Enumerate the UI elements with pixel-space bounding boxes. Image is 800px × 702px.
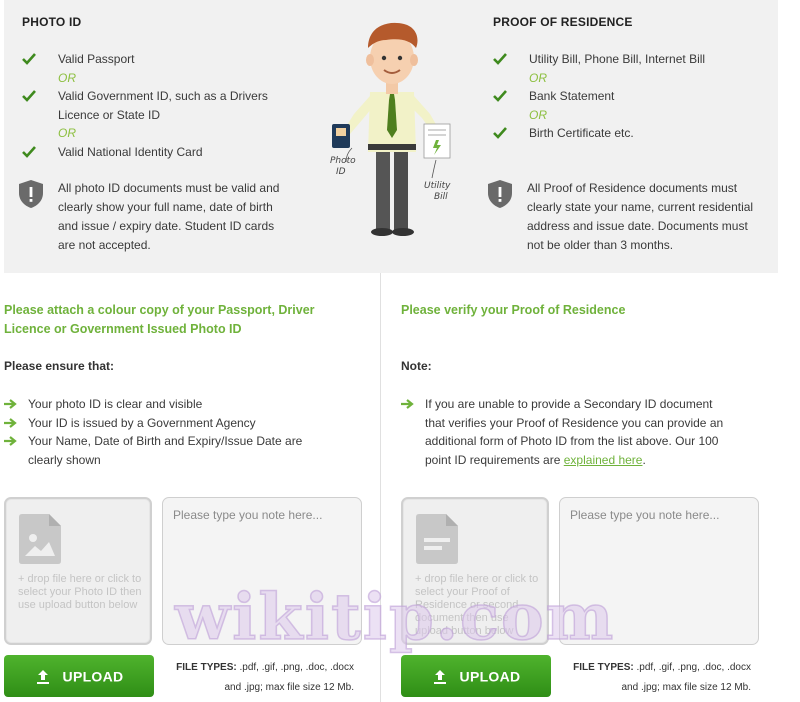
svg-text:ID: ID (336, 167, 346, 177)
list-item: Your Name, Date of Birth and Expiry/Issu… (4, 432, 314, 469)
section-subheading: Please ensure that: (4, 359, 115, 373)
photo-id-note-input[interactable] (162, 497, 362, 645)
checkmark-icon (22, 145, 36, 158)
residence-title: PROOF OF RESIDENCE (493, 15, 633, 29)
list-item: Birth Certificate etc. (493, 124, 763, 143)
list-item: Valid Government ID, such as a Drivers L… (22, 87, 282, 124)
file-types-info: FILE TYPES: .pdf, .gif, .png, .doc, .doc… (176, 662, 354, 693)
svg-text:Bill: Bill (434, 192, 448, 202)
dropzone-instructions: + drop file here or click to select your… (415, 573, 539, 637)
upload-icon (433, 669, 446, 684)
list-item: Bank Statement (493, 87, 763, 106)
arrow-right-icon (4, 399, 17, 409)
dropzone-instructions: + drop file here or click to select your… (18, 573, 142, 611)
utility-bill-label: Utility (424, 181, 451, 191)
checkmark-icon (22, 53, 36, 65)
photo-id-note: All photo ID documents must be valid and… (18, 179, 293, 255)
or-separator: OR (58, 126, 76, 140)
shield-icon (19, 180, 43, 208)
file-types-info: FILE TYPES: .pdf, .gif, .png, .doc, .doc… (573, 662, 751, 693)
arrow-right-icon (401, 399, 414, 409)
list-item: Valid National Identity Card (22, 143, 292, 162)
section-subheading: Note: (401, 359, 432, 373)
section-divider (380, 273, 381, 702)
residence-note: All Proof of Residence documents must cl… (487, 179, 767, 255)
residence-dropzone[interactable]: + drop file here or click to select your… (401, 497, 549, 645)
or-separator: OR (529, 70, 547, 85)
shield-icon (488, 180, 512, 208)
arrow-right-icon (4, 417, 17, 428)
image-file-icon (19, 514, 61, 564)
photo-id-label: Photo (330, 156, 356, 166)
arrow-right-icon (4, 436, 17, 446)
checkmark-icon (493, 127, 507, 139)
checkmark-icon (493, 53, 507, 65)
list-item: Your photo ID is clear and visible (4, 395, 314, 414)
residence-note-input[interactable] (559, 497, 759, 645)
list-item: Your ID is issued by a Government Agency (4, 414, 314, 433)
photo-id-upload-button[interactable]: UPLOAD (4, 655, 154, 697)
residence-upload-button[interactable]: UPLOAD (401, 655, 551, 697)
explained-here-link[interactable]: explained here (564, 453, 643, 467)
checkmark-icon (493, 90, 507, 102)
residence-list: Utility Bill, Phone Bill, Internet Bill … (493, 50, 763, 143)
photo-id-title: PHOTO ID (22, 15, 82, 29)
document-file-icon (416, 514, 458, 564)
residence-upload-section: Please verify your Proof of Residence No… (401, 273, 777, 702)
photo-id-list: Valid Passport OR Valid Government ID, s… (22, 50, 292, 161)
or-separator: OR (529, 107, 547, 122)
requirements-list: Your photo ID is clear and visible Your … (4, 395, 314, 469)
info-panel: PHOTO ID Valid Passport OR Valid Governm… (4, 0, 778, 273)
list-item: Utility Bill, Phone Bill, Internet Bill (493, 50, 763, 69)
list-item: Valid Passport (22, 50, 292, 69)
photo-id-dropzone[interactable]: + drop file here or click to select your… (4, 497, 152, 645)
person-illustration: Photo ID Utility Bill (330, 22, 451, 236)
list-item: If you are unable to provide a Secondary… (401, 395, 731, 469)
upload-icon (36, 669, 49, 684)
or-separator: OR (58, 70, 76, 85)
checkmark-icon (22, 90, 36, 102)
section-heading: Please attach a colour copy of your Pass… (4, 303, 315, 336)
note-list: If you are unable to provide a Secondary… (401, 395, 731, 469)
photo-id-upload-section: Please attach a colour copy of your Pass… (4, 273, 380, 702)
section-heading: Please verify your Proof of Residence (401, 303, 626, 317)
